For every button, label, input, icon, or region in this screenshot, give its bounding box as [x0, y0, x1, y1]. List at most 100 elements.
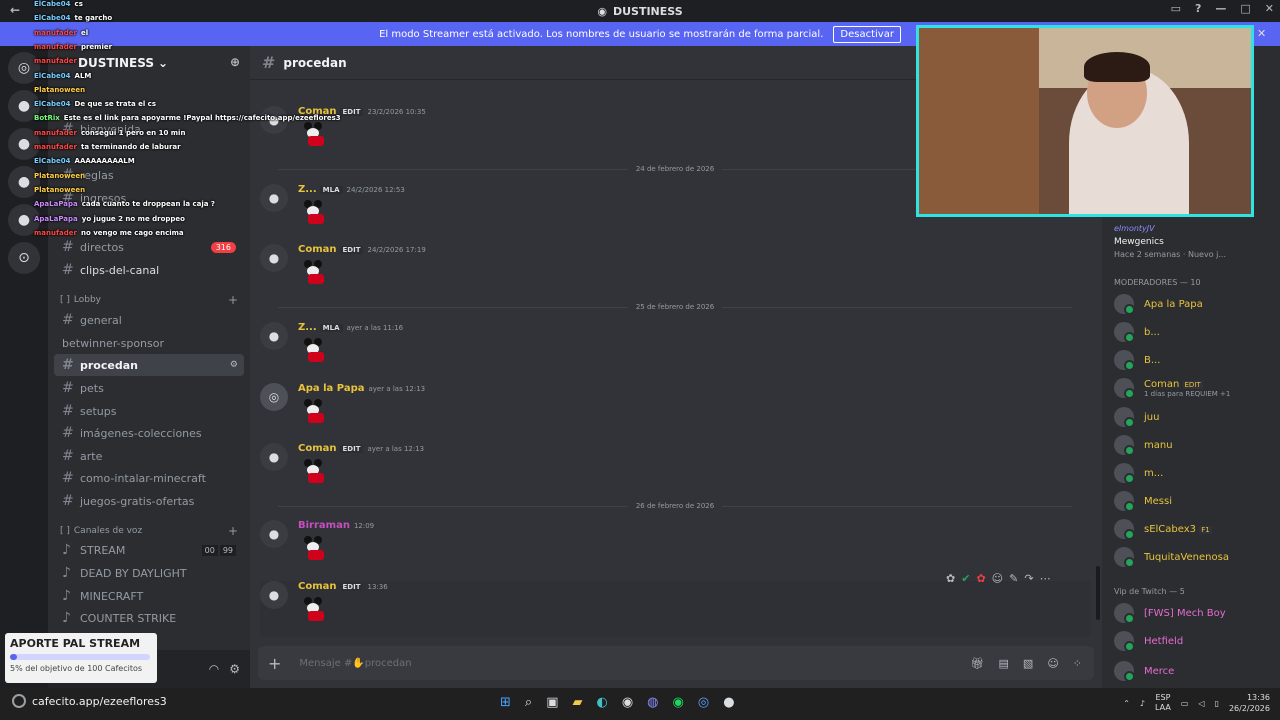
gift-icon[interactable]: 🎁︎	[971, 657, 985, 670]
channel-procedan[interactable]: # procedan ⚙	[54, 354, 244, 376]
member-item[interactable]: Coman EDIT 1 días para REQUIEM +1	[1114, 376, 1274, 400]
windows-start-icon[interactable]: ⊞	[500, 695, 511, 710]
forward-icon[interactable]: ↷	[1024, 572, 1033, 585]
more-icon[interactable]: ⋯	[1040, 572, 1051, 585]
channel-reglas[interactable]: # reglas	[54, 164, 244, 186]
file-explorer-icon[interactable]: ▰	[572, 695, 582, 710]
server-icon[interactable]: ●	[8, 90, 40, 122]
headphones-icon[interactable]: ◠	[209, 662, 219, 676]
spotify-icon[interactable]: ◉	[673, 695, 684, 710]
author-name[interactable]: Birraman	[298, 520, 350, 531]
settings-gear-icon[interactable]: ⚙	[229, 662, 240, 676]
author-name[interactable]: Coman	[298, 244, 337, 255]
obs-icon[interactable]: ●	[723, 695, 734, 710]
channel-como-intalar-minecraft[interactable]: # como-intalar-minecraft	[54, 467, 244, 489]
avatar[interactable]: ●	[260, 184, 288, 212]
edit-icon[interactable]: ✎	[1009, 572, 1018, 585]
close-overlay-icon[interactable]: ✕	[1257, 27, 1266, 40]
avatar[interactable]: ●	[260, 520, 288, 548]
discover-icon[interactable]: ⊙	[8, 242, 40, 274]
member-item[interactable]: Messi	[1114, 489, 1274, 513]
server-header[interactable]: DUSTINESS ⌄ ⊕	[48, 46, 250, 80]
category-voice[interactable]: [ ] Canales de voz +	[54, 522, 244, 540]
channel-pets[interactable]: # pets	[54, 377, 244, 399]
member-item[interactable]: manu	[1114, 433, 1274, 457]
member-item[interactable]: sElCabex3 F1	[1114, 517, 1274, 541]
author-name[interactable]: Z...	[298, 322, 317, 333]
edge-icon[interactable]: ◐	[596, 695, 607, 710]
server-icon[interactable]: ●	[8, 128, 40, 160]
inbox-icon[interactable]: ▭	[1171, 2, 1181, 15]
gif-icon[interactable]: ▤	[999, 657, 1009, 670]
channel-imagenes-colecciones[interactable]: # imágenes-colecciones	[54, 422, 244, 444]
channel-setups[interactable]: # setups	[54, 400, 244, 422]
author-name[interactable]: Coman	[298, 581, 337, 592]
back-arrow-icon[interactable]: ←	[10, 3, 20, 17]
avatar[interactable]: ●	[260, 443, 288, 471]
avatar[interactable]: ●	[260, 106, 288, 134]
member-item[interactable]: juu	[1114, 405, 1274, 429]
message[interactable]: ● Coman EDIT 24/2/2026 17:19	[260, 244, 1090, 300]
author-name[interactable]: Coman	[298, 106, 337, 117]
member-item[interactable]: b...	[1114, 320, 1274, 344]
voice-channel-counter-strike[interactable]: ♪ COUNTER STRIKE	[54, 607, 244, 629]
app-icon[interactable]: ◎	[698, 695, 709, 710]
discord-avatar-icon[interactable]: ◎	[260, 383, 288, 411]
channel-clips-del-canal[interactable]: # clips-del-canal	[54, 259, 244, 281]
category-lobby[interactable]: [ ] Lobby +	[54, 291, 244, 309]
member-item[interactable]: TuquitaVenenosa	[1114, 545, 1274, 569]
avatar[interactable]: ●	[260, 322, 288, 350]
add-channel-icon[interactable]: +	[228, 524, 238, 538]
member-item[interactable]: Apa la Papa	[1114, 292, 1274, 316]
volume-icon[interactable]: ◁	[1198, 699, 1204, 708]
battery-icon[interactable]: ▯	[1215, 699, 1219, 708]
message[interactable]: ● Birraman 12:09	[260, 520, 1090, 576]
reaction-icon[interactable]: ✿	[976, 572, 985, 585]
channel-arte[interactable]: # arte	[54, 445, 244, 467]
channel-betwinner-sponsor[interactable]: betwinner-sponsor	[54, 332, 244, 354]
add-reaction-icon[interactable]: ☺	[992, 572, 1003, 585]
message[interactable]: ◎ Apa la Papa ayer a las 12:13	[260, 383, 1090, 439]
message[interactable]: ● Z... MLA ayer a las 11:16	[260, 322, 1090, 378]
message[interactable]: ● Coman EDIT 13:36	[260, 581, 1090, 637]
channel-settings-icon[interactable]: ⚙	[230, 360, 238, 370]
attach-plus-icon[interactable]: +	[268, 654, 281, 673]
member-item[interactable]: B...	[1114, 348, 1274, 372]
clock[interactable]: 13:36 26/2/2026	[1229, 692, 1270, 714]
message[interactable]: ● Coman EDIT ayer a las 12:13	[260, 443, 1090, 499]
help-icon[interactable]: ?	[1195, 2, 1201, 15]
avatar[interactable]: ●	[260, 244, 288, 272]
deactivate-button[interactable]: Desactivar	[833, 25, 901, 43]
task-view-icon[interactable]: ▣	[546, 695, 558, 710]
member-item[interactable]: m...	[1114, 461, 1274, 485]
sticker-icon[interactable]: ▧	[1023, 657, 1033, 670]
server-icon[interactable]: ●	[8, 204, 40, 236]
member-item[interactable]: Hetfield	[1114, 629, 1274, 653]
channel-general[interactable]: # general	[54, 309, 244, 331]
apps-icon[interactable]: ⁘	[1073, 657, 1082, 670]
channel-bienvenida[interactable]: # bienvenida	[54, 118, 244, 140]
mic-icon[interactable]: ♪	[1140, 699, 1145, 708]
server-icon[interactable]: ●	[8, 166, 40, 198]
language-indicator[interactable]: ESP LAA	[1155, 693, 1171, 713]
channel-ingresos[interactable]: # ingresos	[54, 187, 244, 209]
tray-chevron-icon[interactable]: ⌃	[1123, 699, 1130, 708]
check-reaction-icon[interactable]: ✔	[961, 572, 970, 585]
channel-directos[interactable]: # directos 316	[54, 236, 244, 258]
minimize-icon[interactable]: —	[1215, 2, 1226, 15]
avatar[interactable]: ●	[260, 581, 288, 609]
add-channel-icon[interactable]: +	[228, 293, 238, 307]
voice-channel-stream[interactable]: ♪ STREAM 00 99	[54, 539, 244, 561]
member-item[interactable]: Merce	[1114, 659, 1274, 683]
invite-icon[interactable]: ⊕	[230, 55, 240, 69]
chat-scrollbar[interactable]	[1096, 566, 1100, 620]
message-input[interactable]: + Mensaje #✋procedan 🎁︎ ▤ ▧ ☺ ⁘	[258, 646, 1094, 680]
voice-channel-minecraft[interactable]: ♪ MINECRAFT	[54, 585, 244, 607]
author-name[interactable]: Coman	[298, 443, 337, 454]
emoji-icon[interactable]: ☺	[1047, 657, 1058, 670]
steam-icon[interactable]: ◉	[622, 695, 633, 710]
author-name[interactable]: Apa la Papa	[298, 383, 365, 394]
voice-channel-dead-by-daylight[interactable]: ♪ DEAD BY DAYLIGHT	[54, 562, 244, 584]
reaction-icon[interactable]: ✿	[946, 572, 955, 585]
network-icon[interactable]: ▭	[1181, 699, 1189, 708]
